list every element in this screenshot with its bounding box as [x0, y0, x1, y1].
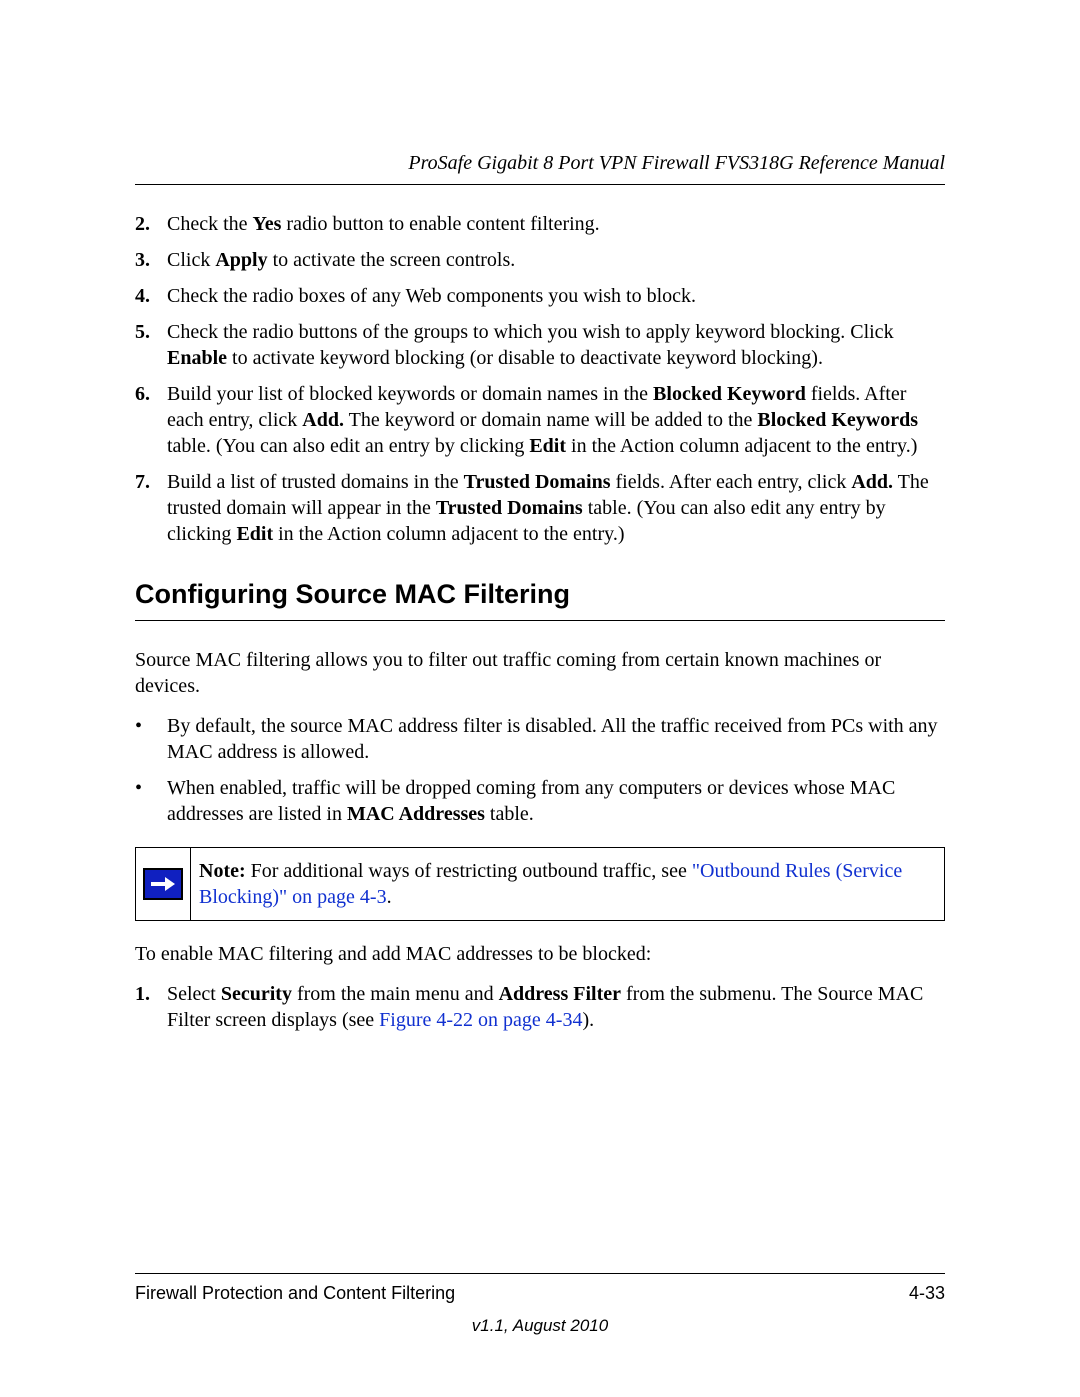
step-text: Check the radio boxes of any Web compone… — [167, 283, 945, 309]
arrow-right-icon — [143, 868, 183, 900]
list-item: •By default, the source MAC address filt… — [135, 713, 945, 765]
bullet-dot: • — [135, 775, 167, 801]
numbered-steps: 2.Check the Yes radio button to enable c… — [135, 211, 945, 547]
footer-rule — [135, 1273, 945, 1274]
enable-steps: 1.Select Security from the main menu and… — [135, 981, 945, 1033]
list-item: 7.Build a list of trusted domains in the… — [135, 469, 945, 547]
list-item: 5.Check the radio buttons of the groups … — [135, 319, 945, 371]
step-text: Click Apply to activate the screen contr… — [167, 247, 945, 273]
step-number: 6. — [135, 381, 167, 407]
step-number: 1. — [135, 981, 167, 1007]
bullet-dot: • — [135, 713, 167, 739]
list-item: 2.Check the Yes radio button to enable c… — [135, 211, 945, 237]
bullet-list: •By default, the source MAC address filt… — [135, 713, 945, 827]
running-header: ProSafe Gigabit 8 Port VPN Firewall FVS3… — [135, 150, 945, 176]
header-rule — [135, 184, 945, 185]
step-text: Build a list of trusted domains in the T… — [167, 469, 945, 547]
page: ProSafe Gigabit 8 Port VPN Firewall FVS3… — [0, 0, 1080, 1397]
step-number: 5. — [135, 319, 167, 345]
note-box: Note: For additional ways of restricting… — [135, 847, 945, 921]
figure-link[interactable]: Figure 4-22 on page 4-34 — [379, 1009, 582, 1031]
note-prefix: Note: — [199, 860, 246, 882]
bullet-text: By default, the source MAC address filte… — [167, 713, 945, 765]
section-rule — [135, 620, 945, 621]
note-icon-cell — [136, 848, 191, 920]
list-item: 6.Build your list of blocked keywords or… — [135, 381, 945, 459]
step-text: Select Security from the main menu and A… — [167, 981, 945, 1033]
footer-version: v1.1, August 2010 — [135, 1315, 945, 1337]
bullet-text: When enabled, traffic will be dropped co… — [167, 775, 945, 827]
step-number: 7. — [135, 469, 167, 495]
note-body-before: For additional ways of restricting outbo… — [246, 860, 692, 882]
page-footer: Firewall Protection and Content Filterin… — [135, 1273, 945, 1337]
step-text: Check the Yes radio button to enable con… — [167, 211, 945, 237]
step-number: 4. — [135, 283, 167, 309]
list-item: 3.Click Apply to activate the screen con… — [135, 247, 945, 273]
list-item: 1.Select Security from the main menu and… — [135, 981, 945, 1033]
footer-chapter: Firewall Protection and Content Filterin… — [135, 1282, 455, 1305]
step-text: Check the radio buttons of the groups to… — [167, 319, 945, 371]
page-number: 4-33 — [909, 1282, 945, 1305]
list-item: •When enabled, traffic will be dropped c… — [135, 775, 945, 827]
note-body-after: . — [387, 886, 392, 908]
step-text: Build your list of blocked keywords or d… — [167, 381, 945, 459]
enable-intro: To enable MAC filtering and add MAC addr… — [135, 941, 945, 967]
list-item: 4.Check the radio boxes of any Web compo… — [135, 283, 945, 309]
section-intro: Source MAC filtering allows you to filte… — [135, 647, 945, 699]
section-heading: Configuring Source MAC Filtering — [135, 577, 945, 612]
step-number: 2. — [135, 211, 167, 237]
step-number: 3. — [135, 247, 167, 273]
note-text: Note: For additional ways of restricting… — [191, 848, 944, 920]
